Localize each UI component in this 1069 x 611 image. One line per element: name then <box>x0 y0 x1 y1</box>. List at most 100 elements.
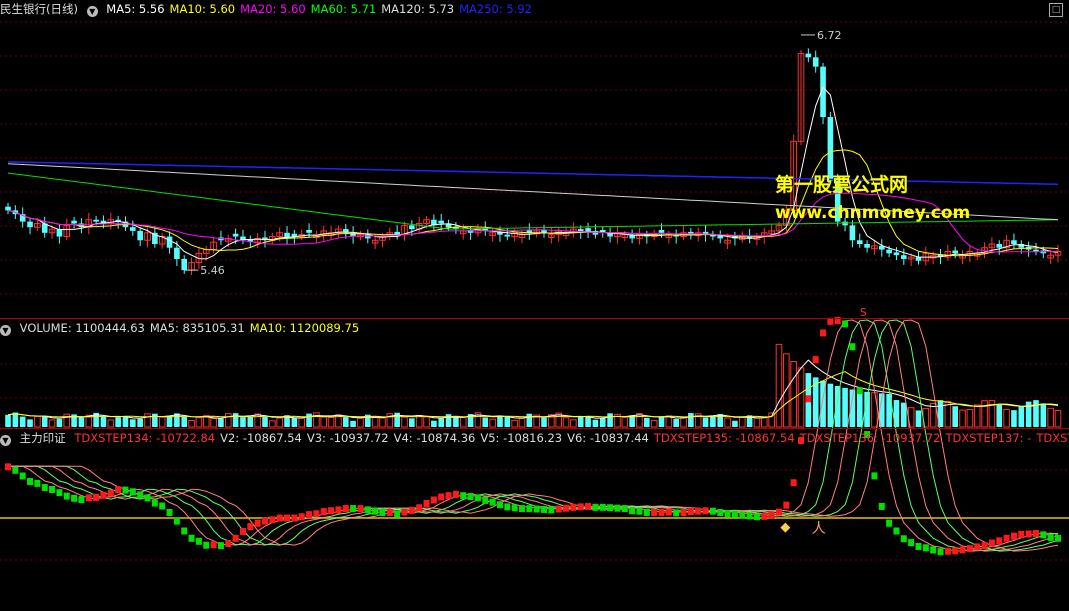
ma-label-0: MA5: 5.56 <box>106 2 165 16</box>
panel-menu-icon[interactable]: ▼ <box>86 6 98 17</box>
indicator-block <box>937 548 944 556</box>
indicator-block <box>129 488 136 496</box>
indicator-block <box>56 489 63 497</box>
volume-bar <box>518 417 526 428</box>
indicator-block <box>34 479 41 487</box>
indicator-block <box>357 505 364 513</box>
indicator-label-5: V6: -10837.44 <box>567 431 649 445</box>
indicator-block <box>27 477 34 485</box>
volume-bar <box>952 406 959 427</box>
indicator-block <box>878 502 885 510</box>
volume-bar <box>621 416 629 428</box>
indicator-block <box>856 387 863 395</box>
volume-bar <box>724 417 731 428</box>
indicator-block <box>335 506 342 514</box>
candle-body <box>952 250 959 254</box>
indicator-block <box>768 511 775 519</box>
indicator-block <box>724 510 731 518</box>
volume-bar <box>585 416 591 427</box>
volume-bar <box>489 418 496 428</box>
indicator-block <box>805 395 812 403</box>
volume-ma10-line <box>7 371 1059 418</box>
indicator-block <box>886 519 893 527</box>
volume-bar <box>1003 408 1010 428</box>
indicator-block <box>680 508 687 516</box>
indicator-label-2: V3: -10937.72 <box>306 431 389 445</box>
candle-body <box>166 236 173 248</box>
volume-bar <box>401 416 408 428</box>
candle-body <box>886 249 892 254</box>
indicator-block <box>533 505 540 513</box>
volume-bar <box>48 419 56 428</box>
ma-label-3: MA60: 5.71 <box>310 2 377 16</box>
volume-bar <box>320 416 328 428</box>
volume-bar <box>342 417 349 427</box>
volume-bar <box>254 413 261 428</box>
indicator-block <box>731 510 738 518</box>
indicator-block <box>981 542 988 550</box>
volume-bar <box>856 390 863 427</box>
indicator-label-4: V5: -10816.23 <box>480 431 563 445</box>
indicator-block <box>555 505 562 513</box>
indicator-label-6: TDXSTEP135: -10867.54 <box>653 431 795 445</box>
candle-body <box>1033 249 1039 252</box>
indicator-block <box>298 513 305 521</box>
volume-bar <box>78 417 85 427</box>
indicator-block <box>195 537 202 545</box>
candle-body <box>504 234 511 237</box>
panel-menu-icon[interactable]: ▼ <box>0 435 11 446</box>
indicator-block <box>306 511 313 519</box>
indicator-block <box>247 523 254 531</box>
volume-bar <box>152 413 158 427</box>
volume-bar <box>981 400 988 428</box>
volume-bar <box>1047 407 1054 428</box>
volume-bar <box>240 417 246 427</box>
indicator-block <box>504 503 511 511</box>
indicator-block <box>144 494 151 502</box>
volume-panel-header: ▼ VOLUME: 1100444.63 MA5: 835105.31 MA10: … <box>0 319 1069 337</box>
candle-body <box>438 220 445 224</box>
ma-label-5: MA250: 5.92 <box>459 2 532 16</box>
indicator-block <box>225 539 232 547</box>
indicator-block <box>599 503 606 511</box>
indicator-block <box>438 493 445 501</box>
indicator-block <box>496 501 503 509</box>
volume-bar <box>166 415 173 427</box>
indicator-block <box>753 513 760 521</box>
panel-menu-icon[interactable]: ▼ <box>0 325 11 336</box>
indicator-block <box>100 491 107 499</box>
indicator-block <box>1047 533 1054 541</box>
indicator-block <box>49 485 56 493</box>
indicator-block <box>1018 530 1025 538</box>
volume-bar <box>570 419 577 428</box>
volume-bar <box>827 383 834 427</box>
indicator-block <box>203 541 210 549</box>
stock-chart: 6.725.46S◆ 人 <box>0 21 1069 561</box>
indicator-block <box>526 505 533 513</box>
indicator-block <box>629 507 636 515</box>
volume-bar <box>702 417 709 427</box>
volume-bar <box>599 418 606 427</box>
indicator-block <box>893 527 900 535</box>
volume-bar <box>504 416 511 427</box>
volume-bar <box>710 416 716 427</box>
candle-body <box>137 230 143 241</box>
candle-body <box>1011 240 1017 244</box>
indicator-block <box>930 546 937 554</box>
indicator-block <box>959 546 966 554</box>
volume-bar <box>415 414 423 428</box>
indicator-block <box>41 484 48 492</box>
candle-body <box>901 255 907 259</box>
maximize-icon[interactable]: □ <box>1049 3 1063 17</box>
candle-body <box>306 230 312 233</box>
indicator-block <box>12 466 19 474</box>
indicator-block <box>673 509 680 517</box>
volume-bar <box>607 413 613 427</box>
volume-label-2: MA10: 1120089.75 <box>249 321 360 335</box>
indicator-block <box>746 512 753 520</box>
volume-bar <box>673 419 679 427</box>
volume-bar <box>247 416 254 427</box>
indicator-block <box>137 491 144 499</box>
indicator-block <box>783 501 790 509</box>
indicator-block <box>328 507 335 515</box>
